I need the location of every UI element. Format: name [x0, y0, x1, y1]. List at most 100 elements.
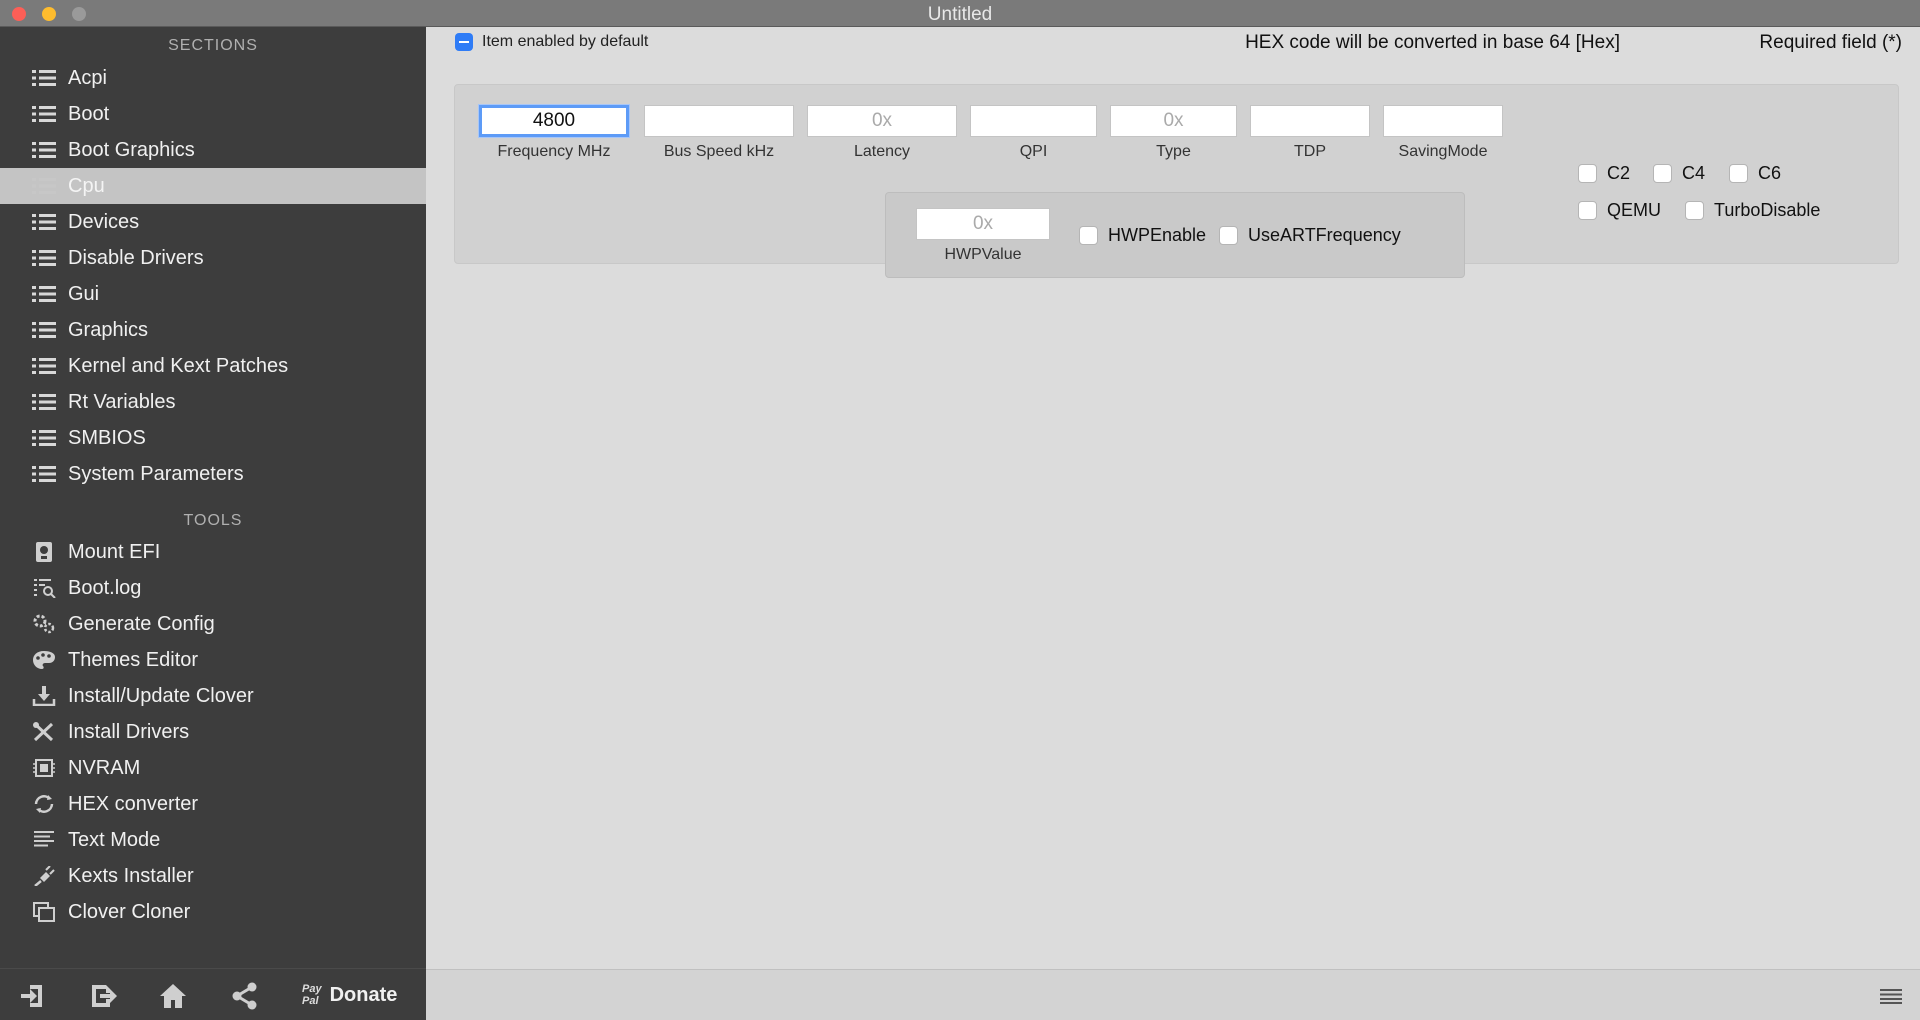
- qpi-input[interactable]: [970, 105, 1097, 137]
- tdp-input[interactable]: [1250, 105, 1370, 137]
- sidebar-item-boot-graphics[interactable]: Boot Graphics: [0, 132, 426, 168]
- list-icon: [32, 286, 56, 302]
- sidebar-item-label: Acpi: [68, 67, 107, 89]
- sidebar-item-boot[interactable]: Boot: [0, 96, 426, 132]
- download-icon: [32, 686, 56, 706]
- tool-hex-converter[interactable]: HEX converter: [0, 786, 426, 822]
- item-enabled-checkbox[interactable]: [455, 33, 473, 51]
- c6-label: C6: [1758, 163, 1782, 183]
- tool-generate-config[interactable]: Generate Config: [0, 606, 426, 642]
- tool-clover-cloner[interactable]: Clover Cloner: [0, 894, 426, 930]
- tool-label: HEX converter: [68, 793, 199, 815]
- import-icon[interactable]: [18, 981, 48, 1011]
- turbo-disable-checkbox[interactable]: TurboDisable: [1685, 200, 1820, 221]
- share-icon[interactable]: [230, 981, 260, 1011]
- hwp-enable-checkbox[interactable]: HWPEnable: [1079, 225, 1206, 246]
- list-icon: [32, 250, 56, 266]
- donate-label: Donate: [329, 983, 398, 1006]
- sidebar-item-acpi[interactable]: Acpi: [0, 60, 426, 96]
- sidebar-item-label: System Parameters: [68, 463, 244, 485]
- qpi-field-group: QPI: [970, 105, 1097, 161]
- sidebar-item-label: Boot Graphics: [68, 139, 195, 161]
- type-label: Type: [1156, 143, 1191, 160]
- donate-button[interactable]: Pay Pal Donate: [302, 977, 397, 1013]
- item-enabled-row[interactable]: Item enabled by default: [455, 33, 648, 51]
- hwp-value-label: HWPValue: [944, 246, 1022, 263]
- tool-label: Install Drivers: [68, 721, 190, 743]
- checkbox-box[interactable]: [1578, 201, 1597, 220]
- tools-header: TOOLS: [183, 512, 243, 529]
- status-bar: [426, 969, 1920, 1020]
- window-title: Untitled: [927, 4, 993, 25]
- cpu-panel: Frequency MHz Bus Speed kHz Latency QPI …: [454, 84, 1899, 278]
- hwp-subpanel: HWPValue HWPEnable UseARTFrequency: [885, 192, 1465, 278]
- sidebar-item-devices[interactable]: Devices: [0, 204, 426, 240]
- gears-icon: [33, 614, 55, 634]
- frequency-input[interactable]: [479, 105, 629, 137]
- tool-boot-log[interactable]: Boot.log: [0, 570, 426, 606]
- saving-mode-input[interactable]: [1383, 105, 1503, 137]
- checkbox-box[interactable]: [1685, 201, 1704, 220]
- tool-mount-efi[interactable]: Mount EFI: [0, 534, 426, 570]
- sidebar-item-system-parameters[interactable]: System Parameters: [0, 456, 426, 492]
- export-icon[interactable]: [88, 981, 118, 1011]
- tool-kexts-installer[interactable]: Kexts Installer: [0, 858, 426, 894]
- tool-themes-editor[interactable]: Themes Editor: [0, 642, 426, 678]
- c2-checkbox[interactable]: C2: [1578, 163, 1630, 184]
- list-icon: [32, 70, 56, 86]
- sidebar-item-kernel-kext-patches[interactable]: Kernel and Kext Patches: [0, 348, 426, 384]
- sidebar-item-graphics[interactable]: Graphics: [0, 312, 426, 348]
- palette-icon: [33, 651, 55, 669]
- sidebar-item-cpu[interactable]: Cpu: [0, 168, 426, 204]
- checkbox-box[interactable]: [1729, 164, 1748, 183]
- checkbox-box[interactable]: [1079, 226, 1098, 245]
- tool-nvram[interactable]: NVRAM: [0, 750, 426, 786]
- qemu-checkbox[interactable]: QEMU: [1578, 200, 1661, 221]
- chip-icon: [33, 759, 55, 777]
- sidebar-item-label: Boot: [68, 103, 110, 125]
- sidebar-item-smbios[interactable]: SMBIOS: [0, 420, 426, 456]
- checkbox-box[interactable]: [1219, 226, 1238, 245]
- sidebar-item-rt-variables[interactable]: Rt Variables: [0, 384, 426, 420]
- use-art-frequency-checkbox[interactable]: UseARTFrequency: [1219, 225, 1401, 246]
- home-icon[interactable]: [158, 981, 188, 1011]
- sidebar-item-disable-drivers[interactable]: Disable Drivers: [0, 240, 426, 276]
- c4-checkbox[interactable]: C4: [1653, 163, 1705, 184]
- checkbox-box[interactable]: [1578, 164, 1597, 183]
- sidebar: SECTIONS Acpi Boot Boot Graphics Cpu Dev…: [0, 27, 426, 1020]
- list-icon: [32, 178, 56, 194]
- tool-label: Mount EFI: [68, 541, 161, 563]
- tool-text-mode[interactable]: Text Mode: [0, 822, 426, 858]
- required-note: Required field (*): [1759, 32, 1902, 53]
- tool-label: Kexts Installer: [68, 865, 194, 887]
- tdp-field-group: TDP: [1250, 105, 1370, 161]
- tool-label: Generate Config: [68, 613, 215, 635]
- sidebar-item-label: Cpu: [68, 175, 105, 197]
- latency-field-group: Latency: [807, 105, 957, 161]
- sections-header: SECTIONS: [168, 37, 258, 54]
- type-input[interactable]: [1110, 105, 1237, 137]
- sidebar-item-label: Graphics: [68, 319, 149, 341]
- turbo-disable-label: TurboDisable: [1714, 200, 1821, 220]
- sidebar-item-label: Disable Drivers: [68, 247, 204, 269]
- sidebar-item-label: SMBIOS: [68, 427, 146, 449]
- latency-input[interactable]: [807, 105, 957, 137]
- frequency-field-group: Frequency MHz: [479, 105, 629, 161]
- checkbox-box[interactable]: [1653, 164, 1672, 183]
- bus-speed-label: Bus Speed kHz: [663, 143, 775, 160]
- menu-icon[interactable]: [1880, 988, 1902, 1004]
- tool-label: Boot.log: [68, 577, 142, 599]
- saving-mode-label: SavingMode: [1398, 143, 1488, 160]
- sidebar-item-gui[interactable]: Gui: [0, 276, 426, 312]
- bus-speed-input[interactable]: [644, 105, 794, 137]
- use-art-frequency-label: UseARTFrequency: [1248, 225, 1401, 245]
- tool-label: Clover Cloner: [68, 901, 191, 923]
- app-window: Untitled SECTIONS Acpi Boot Boot Graphic…: [0, 0, 1920, 1020]
- sidebar-item-label: Gui: [68, 283, 100, 305]
- hwp-value-field-group: HWPValue: [916, 208, 1050, 264]
- tool-install-update-clover[interactable]: Install/Update Clover: [0, 678, 426, 714]
- c6-checkbox[interactable]: C6: [1729, 163, 1781, 184]
- hwp-value-input[interactable]: [916, 208, 1050, 240]
- tool-install-drivers[interactable]: Install Drivers: [0, 714, 426, 750]
- disk-icon: [36, 542, 52, 562]
